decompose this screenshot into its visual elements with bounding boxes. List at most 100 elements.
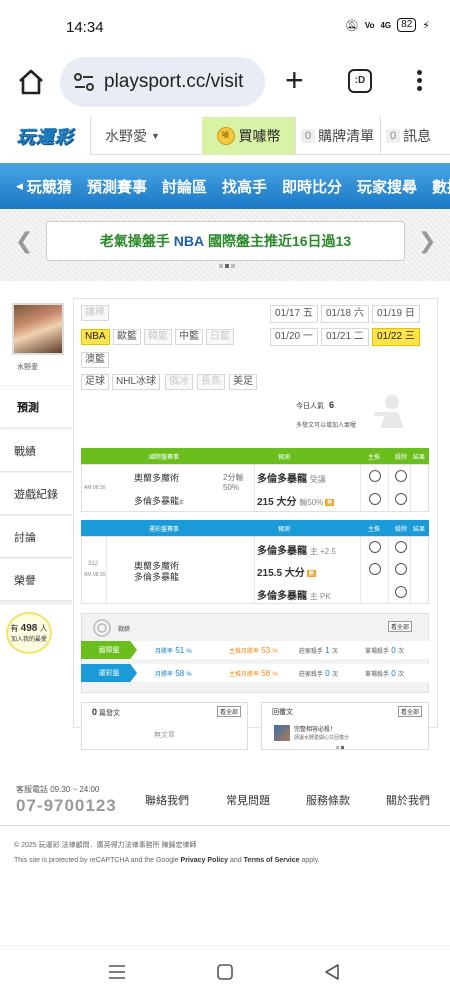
win-rate-unit: % [186,648,192,655]
league-chip[interactable]: 歐籃 [113,329,141,345]
reply-thumbnail[interactable] [274,725,290,741]
single-killer: 單場殺手 0 次 [365,646,404,655]
tw-table-header: 運彩盤賽事 預測 主推 殺除 結果 [81,520,429,536]
user-dropdown[interactable]: 水野愛 ▼ [90,116,202,155]
record-see-all[interactable]: 看全部 [388,621,413,632]
league-chip[interactable]: 足球 [81,374,109,390]
nav-item-player-search[interactable]: 玩家搜尋 [357,176,417,197]
date-chip[interactable]: 01/20 一 [270,328,318,346]
league-chip[interactable]: 韓籃 [144,329,172,345]
reply-title[interactable]: 完整相容必殺！ [294,724,336,733]
pick-note: 受讓 [309,475,326,484]
posts-see-all[interactable]: 看全部 [216,706,241,717]
recaptcha-pre: This site is protected by reCAPTCHA and … [14,857,181,864]
main-rate-value: 53 [261,645,271,655]
date-chip[interactable]: 01/21 二 [321,328,369,346]
main-radio[interactable] [369,563,381,575]
buy-coin-button[interactable]: 噱 買噱幣 [202,116,295,155]
kill-radio[interactable] [395,493,407,505]
nav-item-live-score[interactable]: 即時比分 [282,176,342,197]
home-icon[interactable] [17,68,45,96]
footer-contact-link[interactable]: 聯絡我們 [145,792,189,808]
weekday-text: 日 [404,308,415,319]
nav-item-experts[interactable]: 找高手 [222,176,267,197]
replies-see-all[interactable]: 看全部 [397,706,422,717]
date-text: 01/21 [326,331,352,342]
kill-radio[interactable] [395,541,407,553]
side-tab-honors[interactable]: 榮譽 [0,559,72,601]
recents-icon[interactable] [108,964,126,980]
pager-dot[interactable] [219,264,223,268]
back-icon[interactable] [323,963,341,981]
headline-banner[interactable]: 老氣操盤手 NBA 國際盤主推近16日過13 [46,221,405,261]
main-win-rate: 主推月勝率 58 % [229,669,278,678]
browser-menu-icon[interactable] [417,70,423,92]
date-chip-selected[interactable]: 01/22 三 [372,328,420,346]
footer-about-link[interactable]: 關於我們 [386,792,430,808]
site-logo[interactable]: 玩運彩 [0,116,90,155]
intl-table-header: 國際盤賽事 預測 主推 殺除 結果 [81,448,429,464]
col-kill: 殺除 [395,526,408,533]
nav-item-guess[interactable]: 玩競猜 [27,176,72,197]
league-chip[interactable]: 讓棒 [81,305,109,321]
pick-text: 215 大分 輸50% 熱 [257,493,335,508]
privacy-link[interactable]: Privacy Policy [181,857,228,864]
fav-unit: 人 [39,624,48,633]
league-chip[interactable]: 日籃 [206,329,234,345]
kill-radio[interactable] [395,586,407,598]
main-radio[interactable] [369,493,381,505]
footer-faq-link[interactable]: 常見問題 [226,792,270,808]
date-chip[interactable]: 01/19 日 [372,305,420,323]
avatar[interactable] [12,303,64,355]
nav-item-predict[interactable]: 預測賽事 [87,176,147,197]
new-tab-icon[interactable]: + [285,64,304,96]
pager-dot[interactable] [231,264,235,268]
single-killer-label: 單場殺手 [365,671,390,678]
main-radio[interactable] [369,470,381,482]
home-nav-icon[interactable] [216,963,234,981]
clock: 14:34 [66,19,104,36]
main-rate-unit: % [272,648,278,655]
league-chip[interactable]: 俄冰 [165,374,193,390]
posts-box: 0 篇發文 看全部 無文章 [81,702,248,750]
league-chip[interactable]: 長馬 [197,374,225,390]
win-rate: 月勝率 51 % [155,646,192,655]
main-radio[interactable] [369,541,381,553]
kill-radio[interactable] [395,470,407,482]
side-tab-game-log[interactable]: 遊戲紀錄 [0,473,72,515]
side-tab-record[interactable]: 戰績 [0,430,72,472]
date-chip[interactable]: 01/17 五 [270,305,318,323]
side-tab-predict[interactable]: 預測 [0,386,72,428]
tos-link[interactable]: Terms of Service [244,857,300,864]
site-settings-icon[interactable] [74,73,94,91]
site-header: 玩運彩 水野愛 ▼ 噱 買噱幣 0 購牌清單 0 訊息 [0,116,450,155]
nav-item-data[interactable]: 數據 [432,176,450,197]
win-rate-value: 51 [175,645,185,655]
nav-item-forum[interactable]: 討論區 [162,176,207,197]
main-rate-label: 主推月勝率 [229,671,260,678]
tab-switcher-button[interactable]: :D [348,69,372,93]
league-chip[interactable]: 中籃 [175,329,203,345]
weekday-text: 六 [353,308,364,319]
table-row: 312 AM 08:30 奧蘭多魔術 多倫多暴龍 多倫多暴龍 主 +2.5 21… [81,536,429,604]
league-chip-selected[interactable]: NBA [81,329,110,345]
messages-button[interactable]: 0 訊息 [380,116,450,155]
fav-count: 498 [20,623,38,634]
side-tab-discussion[interactable]: 討論 [0,516,72,558]
win-rate-unit: % [186,671,192,678]
pick-team: 215 大分 [257,497,297,508]
cart-button[interactable]: 0 購牌清單 [295,116,380,155]
league-chip[interactable]: NHL冰球 [112,374,161,390]
chevron-left-icon[interactable]: ❮ [15,228,33,254]
col-kill: 殺除 [395,454,408,461]
league-chip[interactable]: 美足 [229,374,257,390]
address-bar[interactable]: playsport.cc/visit [60,57,265,107]
chevron-right-icon[interactable]: ❯ [418,228,436,254]
date-chip[interactable]: 01/18 六 [321,305,369,323]
kill-radio[interactable] [395,563,407,575]
footer-terms-link[interactable]: 服務條款 [306,792,350,808]
league-chip[interactable]: 澳籃 [81,352,109,368]
pager-dot-active[interactable] [225,264,229,268]
fav-suffix: 加入我的最愛 [10,637,47,643]
hotline-number[interactable]: 07-9700123 [16,796,117,816]
